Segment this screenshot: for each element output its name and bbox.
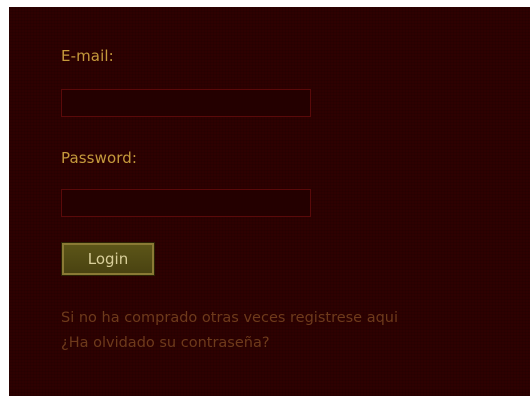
password-label: Password: <box>61 149 138 167</box>
login-panel: E-mail: Password: Login Si no ha comprad… <box>9 7 530 396</box>
forgot-password-link[interactable]: ¿Ha olvidado su contraseña? <box>61 335 270 351</box>
email-label: E-mail: <box>61 47 114 65</box>
password-field[interactable] <box>61 189 311 217</box>
login-button[interactable]: Login <box>61 242 155 276</box>
email-field[interactable] <box>61 89 311 117</box>
register-link[interactable]: Si no ha comprado otras veces registrese… <box>61 310 398 326</box>
